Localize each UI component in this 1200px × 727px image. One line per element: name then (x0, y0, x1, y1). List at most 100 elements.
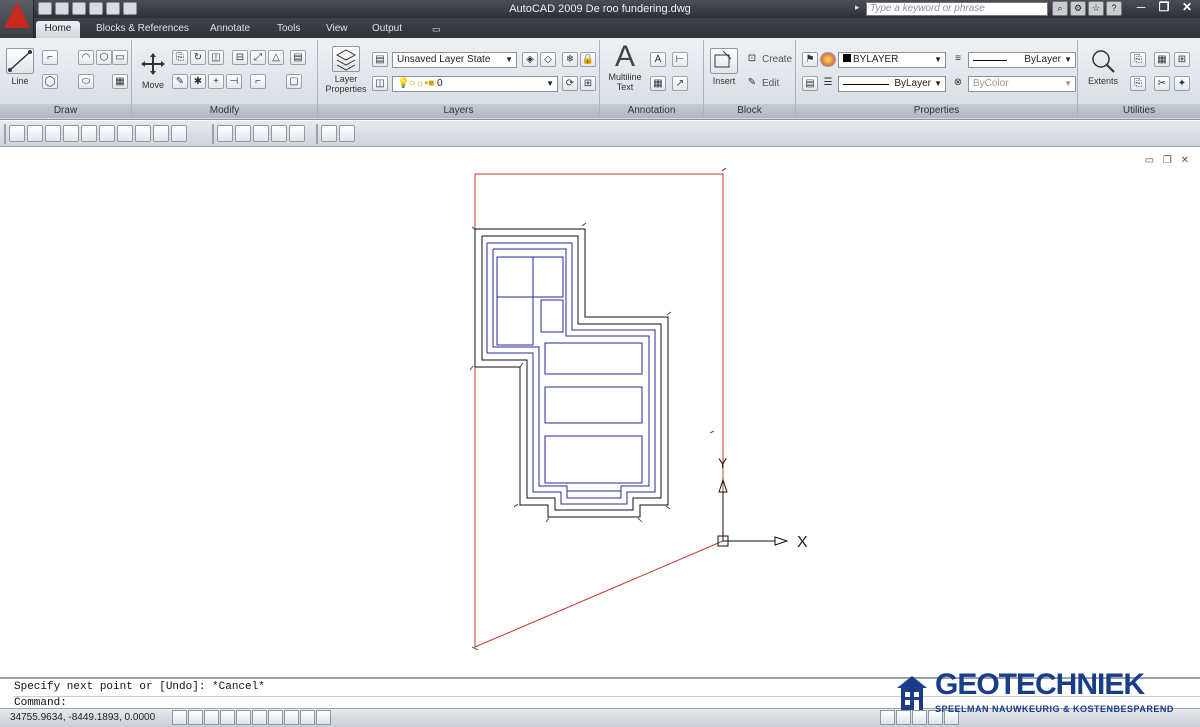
properties-match-icon[interactable]: ▢ (286, 74, 302, 89)
search-expand-icon[interactable]: ▸ (855, 2, 860, 13)
tool-icon-9[interactable] (153, 125, 169, 142)
hatch-icon[interactable]: ▦ (112, 74, 128, 89)
panel-block-label[interactable]: Block (704, 104, 795, 118)
offset-icon[interactable]: ⊟ (232, 50, 248, 65)
layer-state-icon[interactable]: ▤ (372, 52, 388, 67)
ellipse-icon[interactable]: ⬭ (78, 74, 94, 89)
tool-icon-3[interactable] (45, 125, 61, 142)
panel-draw-label[interactable]: Draw (0, 104, 131, 118)
point-style-icon[interactable]: ✦ (1174, 76, 1190, 91)
extend-icon[interactable]: ⊣ (226, 74, 242, 89)
snap-mode-toggle[interactable] (172, 710, 187, 725)
subscription-icon[interactable]: ⚙ (1070, 1, 1086, 16)
mirror-icon[interactable]: ◫ (208, 50, 224, 65)
zoom-center-icon[interactable] (271, 125, 287, 142)
zoom-object-icon[interactable] (289, 125, 305, 142)
close-button[interactable]: ✕ (1176, 0, 1198, 16)
tool-icon-4[interactable] (63, 125, 79, 142)
lineweight-select[interactable]: ByLayer ▼ (968, 52, 1076, 68)
edit-block-icon[interactable]: ✎ (744, 76, 760, 91)
model-space-icon[interactable] (880, 710, 895, 725)
color-wheel-icon[interactable] (820, 52, 836, 67)
grid-toggle[interactable] (188, 710, 203, 725)
scale-icon[interactable]: ⤢ (250, 50, 266, 65)
plotstyle-select[interactable]: ByColor ▼ (968, 76, 1076, 92)
panel-utilities-label[interactable]: Utilities (1078, 104, 1200, 118)
layer-state-select[interactable]: Unsaved Layer State ▼ (392, 52, 517, 68)
trim-icon[interactable]: + (208, 74, 224, 89)
fillet-icon[interactable]: ⌐ (250, 74, 266, 89)
panel-annotation-label[interactable]: Annotation (600, 104, 703, 118)
circle-icon[interactable]: ◯ (42, 74, 58, 89)
panel-layers-label[interactable]: Layers (318, 104, 599, 118)
multiline-text-button[interactable]: A Multiline Text (604, 42, 646, 93)
maximize-button[interactable]: ❐ (1153, 0, 1175, 16)
explode-icon[interactable]: ✱ (190, 74, 206, 89)
edit-block-label[interactable]: Edit (762, 78, 779, 89)
copy-icon[interactable]: ⎘ (172, 50, 188, 65)
zoom-window-icon[interactable] (217, 125, 233, 142)
coordinate-display[interactable]: 34755.9634, -8449.1893, 0.0000 (10, 712, 155, 723)
cut-icon[interactable]: ✂ (1154, 76, 1170, 91)
render-icon-1[interactable] (321, 125, 337, 142)
ribbon-minimize-icon[interactable]: ▭ (424, 21, 449, 38)
polygon-icon[interactable]: ⬡ (96, 50, 112, 65)
zoom-scale-icon[interactable] (253, 125, 269, 142)
tab-blocks-references[interactable]: Blocks & References (88, 21, 197, 38)
line-tool-button[interactable]: Line (6, 48, 34, 86)
zoom-extents-button[interactable]: Extents (1082, 48, 1124, 86)
plotstyle-icon[interactable]: ⊗ (950, 76, 966, 91)
rectangle-icon[interactable]: ▭ (112, 50, 128, 65)
tab-output[interactable]: Output (364, 21, 410, 38)
panel-properties-label[interactable]: Properties (796, 104, 1077, 118)
lineweight-icon[interactable]: ≡ (950, 52, 966, 67)
tool-icon-2[interactable] (27, 125, 43, 142)
render-icon-2[interactable] (339, 125, 355, 142)
match-properties-icon[interactable]: ⚑ (802, 52, 818, 67)
minimize-button[interactable]: ─ (1130, 0, 1152, 16)
current-layer-select[interactable]: 💡○☼▪■ 0 ▼ (392, 76, 558, 92)
tool-icon-8[interactable] (135, 125, 151, 142)
osnap-toggle[interactable] (236, 710, 251, 725)
zoom-dynamic-icon[interactable] (235, 125, 251, 142)
tab-tools[interactable]: Tools (269, 21, 308, 38)
tool-icon-1[interactable] (9, 125, 25, 142)
help-icon[interactable]: ? (1106, 1, 1122, 16)
layer-previous-icon[interactable]: ◫ (372, 76, 388, 91)
arc-icon[interactable]: ◠ (78, 50, 94, 65)
copy-clip-icon[interactable]: ⎘ (1130, 76, 1146, 91)
layer-match-icon[interactable]: ⊞ (580, 76, 596, 91)
layer-properties-button[interactable]: Layer Properties (324, 46, 368, 94)
polyline-icon[interactable]: ⌐ (42, 50, 58, 65)
make-current-icon[interactable]: ⟳ (562, 76, 578, 91)
search-input[interactable]: Type a keyword or phrase (866, 2, 1048, 16)
create-block-label[interactable]: Create (762, 54, 792, 65)
measure-icon[interactable]: ⊞ (1174, 52, 1190, 67)
erase-icon[interactable]: ✎ (172, 74, 188, 89)
binoculars-icon[interactable]: ⌕ (1052, 1, 1068, 16)
create-block-icon[interactable]: ⊡ (744, 52, 760, 67)
tool-icon-7[interactable] (117, 125, 133, 142)
single-line-text-icon[interactable]: A (650, 52, 666, 67)
table-icon[interactable]: ▦ (650, 76, 666, 91)
favorites-icon[interactable]: ☆ (1088, 1, 1104, 16)
otrack-toggle[interactable] (252, 710, 267, 725)
lineweight-toggle[interactable] (300, 710, 315, 725)
tool-icon-6[interactable] (99, 125, 115, 142)
stretch-icon[interactable]: △ (268, 50, 284, 65)
panel-modify-label[interactable]: Modify (132, 104, 317, 118)
linetype-icon[interactable]: ☰ (820, 76, 836, 91)
layer-lock-icon[interactable]: 🔒 (580, 52, 596, 67)
layer-off-icon[interactable]: ◇ (540, 52, 556, 67)
layer-freeze-icon[interactable]: ❄ (562, 52, 578, 67)
insert-block-button[interactable]: Insert (708, 48, 740, 86)
linear-dimension-icon[interactable]: ⊢ (672, 52, 688, 67)
dyn-toggle[interactable] (284, 710, 299, 725)
list-icon[interactable]: ▤ (802, 76, 818, 91)
tool-icon-5[interactable] (81, 125, 97, 142)
ducs-toggle[interactable] (268, 710, 283, 725)
tab-annotate[interactable]: Annotate (202, 21, 258, 38)
quick-props-toggle[interactable] (316, 710, 331, 725)
ortho-toggle[interactable] (204, 710, 219, 725)
color-select[interactable]: BYLAYER ▼ (838, 52, 946, 68)
